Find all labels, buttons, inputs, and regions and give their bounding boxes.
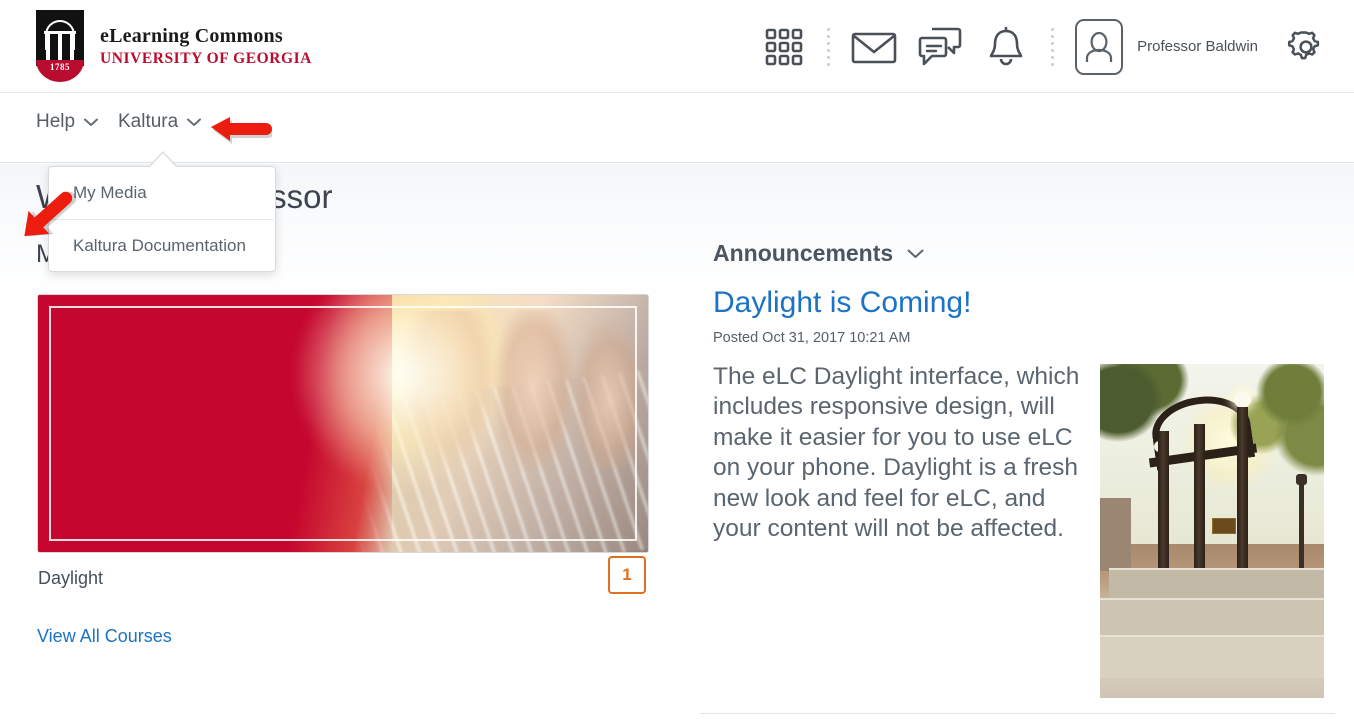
settings-gear-icon[interactable] [1286, 27, 1326, 67]
nav-item-help[interactable]: Help [36, 111, 99, 133]
course-name-label: Daylight [38, 568, 104, 588]
chat-bubbles-icon[interactable] [907, 26, 973, 68]
menu-item-kaltura-documentation-label: Kaltura Documentation [73, 236, 246, 255]
header-toolbar: Professor Baldwin [753, 0, 1326, 93]
user-name-label: Professor Baldwin [1137, 38, 1258, 55]
nav-item-kaltura-label: Kaltura [118, 111, 179, 132]
arrow-pointing-left-at-kaltura [211, 117, 272, 144]
logo-year: 1785 [50, 62, 70, 72]
chevron-down-icon [84, 118, 99, 126]
chevron-down-icon [187, 118, 202, 126]
uga-arch-photo [1100, 364, 1324, 698]
envelope-icon[interactable] [841, 28, 907, 66]
announcement-title-link[interactable]: Daylight is Coming! [713, 286, 971, 320]
course-card-daylight[interactable] [37, 294, 649, 553]
secondary-nav-bar: Help Kaltura [0, 93, 1354, 163]
announcement-body-text: The eLC Daylight interface, which includ… [713, 363, 1080, 542]
notifications-bell-icon[interactable] [973, 26, 1039, 68]
global-header: 1785 eLearning Commons UNIVERSITY OF GEO… [0, 0, 1354, 93]
announcement-posted-date: Posted Oct 31, 2017 10:21 AM [713, 330, 911, 346]
announcements-heading: Announcements [713, 240, 894, 266]
course-card-image [38, 295, 648, 552]
announcements-header[interactable]: Announcements [713, 240, 924, 267]
user-menu[interactable]: Professor Baldwin [1075, 18, 1258, 75]
chevron-down-icon [907, 249, 924, 258]
user-avatar-icon [1075, 18, 1124, 75]
brand-subtitle: UNIVERSITY OF GEORGIA [100, 49, 312, 67]
nav-item-help-label: Help [36, 111, 76, 132]
grid-apps-icon[interactable] [753, 27, 815, 67]
toolbar-dotted-divider [815, 25, 841, 69]
uga-arch-logo-icon: 1785 [36, 10, 84, 82]
toolbar-dotted-divider-2 [1039, 25, 1065, 69]
dropdown-caret [148, 153, 178, 169]
view-all-courses-link[interactable]: View All Courses [37, 626, 172, 647]
course-badge-count[interactable]: 1 [608, 556, 646, 594]
arrow-pointing-at-my-media [24, 191, 77, 237]
brand-logo-block[interactable]: 1785 eLearning Commons UNIVERSITY OF GEO… [36, 10, 312, 82]
nav-item-kaltura[interactable]: Kaltura [118, 111, 202, 133]
content-bottom-divider [700, 713, 1335, 714]
brand-title: eLearning Commons [100, 24, 283, 47]
